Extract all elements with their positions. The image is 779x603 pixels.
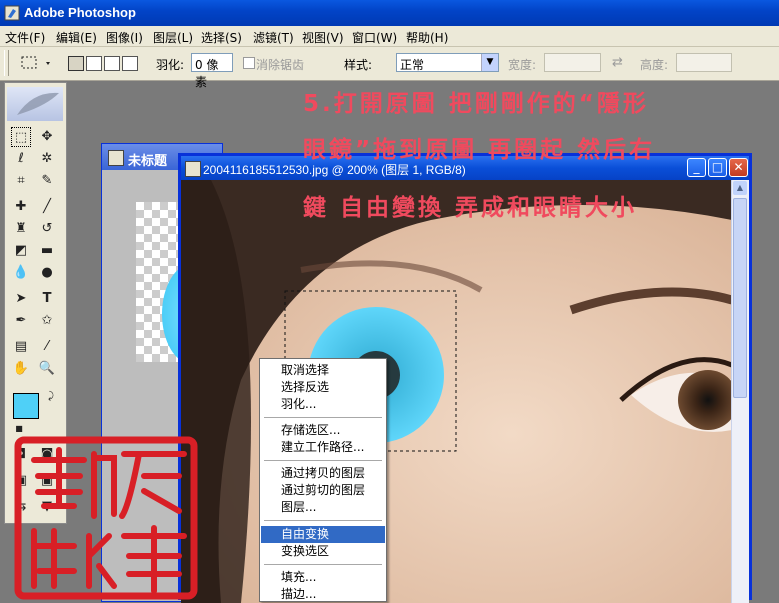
menu-separator xyxy=(264,564,382,565)
magic-wand-icon[interactable]: ✲ xyxy=(37,149,57,169)
document-icon xyxy=(185,161,201,177)
annotation-line-1: 5.打開原圖 把剛剛作的“隱形 xyxy=(303,91,649,117)
red-seal-stamp xyxy=(14,436,198,600)
feather-input[interactable]: 0 像素 xyxy=(191,53,233,89)
new-selection-icon[interactable] xyxy=(68,56,84,71)
menu-save-selection[interactable]: 存储选区... xyxy=(261,422,385,439)
menu-layer-via-copy[interactable]: 通过拷贝的图层 xyxy=(261,465,385,482)
marquee-tool-preset-icon[interactable] xyxy=(20,55,54,71)
style-label: 样式: xyxy=(344,58,373,72)
clone-stamp-icon[interactable]: ♜ xyxy=(11,219,31,239)
options-bar: 羽化: 0 像素 消除锯齿 样式: 正常 ▼ 宽度: ⇄ 高度: xyxy=(0,47,779,89)
menu-deselect[interactable]: 取消选择 xyxy=(261,362,385,379)
width-label: 宽度: xyxy=(508,58,537,72)
history-brush-icon[interactable]: ↺ xyxy=(37,219,57,239)
annotation-line-3: 鍵 自由變換 弄成和眼睛大小 xyxy=(303,195,638,221)
dodge-icon[interactable]: ● xyxy=(37,263,57,283)
move-icon[interactable]: ✥ xyxy=(37,127,57,147)
gradient-icon[interactable]: ▬ xyxy=(37,241,57,261)
menu-view[interactable]: 视图(V) xyxy=(302,29,344,46)
menu-separator xyxy=(264,417,382,418)
options-grip xyxy=(4,50,9,76)
context-menu: 取消选择 选择反选 羽化... 存储选区... 建立工作路径... 通过拷贝的图… xyxy=(259,358,387,602)
zoom-icon[interactable]: 🔍 xyxy=(37,359,57,379)
menu-window[interactable]: 窗口(W) xyxy=(352,29,397,46)
height-label: 高度: xyxy=(640,58,669,72)
healing-brush-icon[interactable]: ✚ xyxy=(11,197,31,217)
scroll-up-icon[interactable]: ▲ xyxy=(733,181,747,195)
scroll-thumb[interactable] xyxy=(733,198,747,398)
intersect-selection-icon[interactable] xyxy=(122,56,138,71)
menu-feather[interactable]: 羽化... xyxy=(261,396,385,413)
subtract-selection-icon[interactable] xyxy=(104,56,120,71)
menu-layer[interactable]: 图层(L) xyxy=(153,29,193,46)
style-select[interactable]: 正常 ▼ xyxy=(396,53,499,72)
brush-icon[interactable]: ╱ xyxy=(37,197,57,217)
lasso-icon[interactable]: ℓ xyxy=(11,149,31,169)
menu-make-work-path[interactable]: 建立工作路径... xyxy=(261,439,385,456)
notes-icon[interactable]: ▤ xyxy=(11,337,31,357)
menu-bar: 文件(F) 编辑(E) 图像(I) 图层(L) 选择(S) 滤镜(T) 视图(V… xyxy=(0,26,779,47)
menu-new-layer[interactable]: 图层... xyxy=(261,499,385,516)
style-select-value: 正常 xyxy=(400,58,425,72)
maximize-icon[interactable]: □ xyxy=(708,158,727,177)
close-icon[interactable]: ✕ xyxy=(729,158,748,177)
app-title-bar: Adobe Photoshop xyxy=(0,0,779,26)
document-icon xyxy=(108,150,124,166)
menu-stroke[interactable]: 描边... xyxy=(261,586,385,603)
add-selection-icon[interactable] xyxy=(86,56,102,71)
menu-select[interactable]: 选择(S) xyxy=(201,29,242,46)
swap-colors-icon[interactable]: ⤸ xyxy=(41,387,61,407)
slice-icon[interactable]: ✎ xyxy=(37,171,57,191)
path-selection-icon[interactable]: ➤ xyxy=(11,289,31,309)
vertical-scrollbar[interactable]: ▲ xyxy=(731,180,749,603)
menu-select-inverse[interactable]: 选择反选 xyxy=(261,379,385,396)
annotation-line-2: 眼鏡”拖到原圖 再圈起 然后右 xyxy=(303,137,656,163)
minimize-icon[interactable]: _ xyxy=(687,158,706,177)
menu-layer-via-cut[interactable]: 通过剪切的图层 xyxy=(261,482,385,499)
menu-filter[interactable]: 滤镜(T) xyxy=(253,29,294,46)
menu-help[interactable]: 帮助(H) xyxy=(406,29,448,46)
marquee-icon[interactable]: ⬚ xyxy=(11,127,31,147)
menu-transform-selection[interactable]: 变换选区 xyxy=(261,543,385,560)
height-input[interactable] xyxy=(676,53,732,72)
menu-fill[interactable]: 填充... xyxy=(261,569,385,586)
antialias-label: 消除锯齿 xyxy=(256,58,305,72)
blur-icon[interactable]: 💧 xyxy=(11,263,31,283)
swap-dimensions-icon[interactable]: ⇄ xyxy=(612,55,623,70)
toolbox-header xyxy=(7,87,63,121)
chevron-down-icon[interactable]: ▼ xyxy=(481,54,498,71)
feather-logo-icon xyxy=(17,92,59,115)
crop-icon[interactable]: ⌗ xyxy=(11,171,31,191)
menu-free-transform[interactable]: 自由变换 xyxy=(261,526,385,543)
menu-separator xyxy=(264,460,382,461)
type-icon[interactable]: T xyxy=(37,289,57,309)
menu-separator xyxy=(264,520,382,521)
menu-edit[interactable]: 编辑(E) xyxy=(56,29,97,46)
shape-icon[interactable]: ✩ xyxy=(37,311,57,331)
menu-image[interactable]: 图像(I) xyxy=(106,29,143,46)
foreground-color-swatch[interactable] xyxy=(13,393,39,419)
eyedropper-icon[interactable]: ⁄ xyxy=(37,337,57,357)
photoshop-logo-icon xyxy=(4,5,20,21)
app-title: Adobe Photoshop xyxy=(24,5,136,20)
feather-label: 羽化: xyxy=(156,58,185,72)
antialias-checkbox[interactable] xyxy=(243,57,255,69)
hand-icon[interactable]: ✋ xyxy=(11,359,31,379)
width-input[interactable] xyxy=(544,53,601,72)
eraser-icon[interactable]: ◩ xyxy=(11,241,31,261)
document-title: 未标题 xyxy=(128,154,168,169)
menu-file[interactable]: 文件(F) xyxy=(5,29,45,46)
pen-icon[interactable]: ✒ xyxy=(11,311,31,331)
